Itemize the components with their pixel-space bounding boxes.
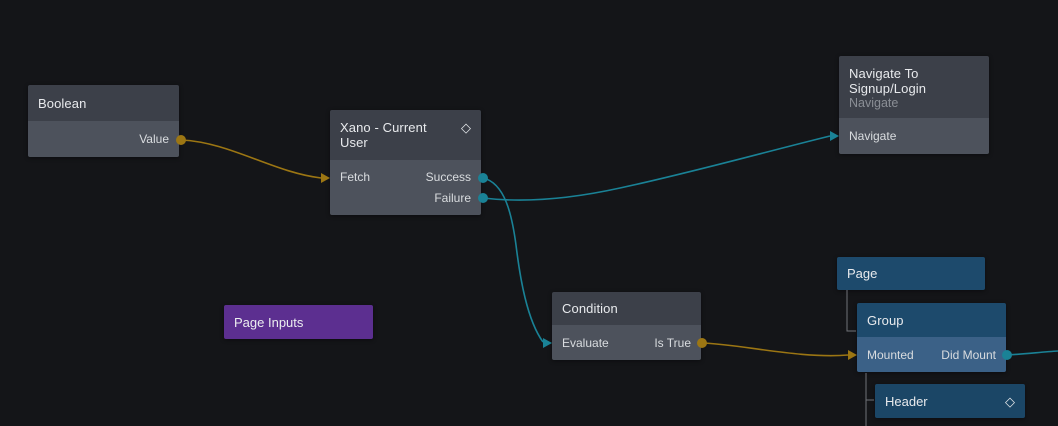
- node-title: Boolean: [38, 96, 169, 111]
- port-navigate-input[interactable]: Navigate: [849, 129, 896, 143]
- port-is-true-output[interactable]: Is True: [654, 336, 691, 350]
- node-navigate-body: Navigate: [839, 118, 989, 154]
- tree-connector-1: [866, 373, 874, 426]
- wire-4[interactable]: [1007, 351, 1058, 355]
- node-title: Group: [867, 313, 996, 328]
- wire-3[interactable]: [702, 343, 848, 356]
- node-header-element[interactable]: Header ◇: [875, 384, 1025, 418]
- node-condition-body: Evaluate Is True: [552, 325, 701, 360]
- node-condition[interactable]: Condition Evaluate Is True: [552, 292, 701, 360]
- node-xano-body: Fetch Success Failure: [330, 160, 481, 215]
- node-title: Page Inputs: [234, 315, 303, 330]
- diamond-icon: ◇: [461, 120, 471, 135]
- node-boolean-header: Boolean: [28, 85, 179, 121]
- port-success-output[interactable]: Success: [426, 170, 471, 184]
- node-subtitle: Navigate: [849, 96, 979, 111]
- wire-3-arrowhead: [848, 350, 857, 360]
- wire-1[interactable]: [483, 178, 543, 342]
- port-failure-output[interactable]: Failure: [434, 191, 471, 205]
- wire-2-arrowhead: [830, 131, 839, 141]
- node-page[interactable]: Page: [837, 257, 985, 290]
- node-page-inputs[interactable]: Page Inputs: [224, 305, 373, 339]
- diamond-icon: ◇: [1005, 394, 1015, 409]
- node-title: Header: [885, 394, 999, 409]
- node-condition-header: Condition: [552, 292, 701, 325]
- node-boolean[interactable]: Boolean Value: [28, 85, 179, 157]
- node-title: Condition: [562, 301, 691, 316]
- port-evaluate-input[interactable]: Evaluate: [562, 336, 609, 350]
- node-xano-header: Xano - Current User ◇: [330, 110, 481, 160]
- node-navigate-header: Navigate To Signup/Login Navigate: [839, 56, 989, 118]
- port-value-output[interactable]: Value: [139, 132, 169, 146]
- node-xano-current-user[interactable]: Xano - Current User ◇ Fetch Success Fail…: [330, 110, 481, 215]
- node-title: Page: [847, 266, 877, 281]
- node-group-body: Mounted Did Mount: [857, 337, 1006, 372]
- port-mounted-input[interactable]: Mounted: [867, 348, 914, 362]
- port-did-mount-output[interactable]: Did Mount: [941, 348, 996, 362]
- node-graph-canvas[interactable]: Boolean Value Xano - Current User ◇ Fetc…: [0, 0, 1058, 426]
- wire-0[interactable]: [181, 140, 321, 178]
- node-navigate-to-signup-login[interactable]: Navigate To Signup/Login Navigate Naviga…: [839, 56, 989, 154]
- wire-0-arrowhead: [321, 173, 330, 183]
- wire-1-arrowhead: [543, 338, 552, 348]
- port-fetch-input[interactable]: Fetch: [340, 170, 370, 184]
- node-title: Xano - Current User: [340, 120, 455, 150]
- node-boolean-body: Value: [28, 121, 179, 157]
- node-group[interactable]: Group Mounted Did Mount: [857, 303, 1006, 372]
- tree-connector-0: [847, 290, 856, 331]
- wire-2[interactable]: [483, 136, 830, 200]
- node-group-header: Group: [857, 303, 1006, 337]
- node-title: Navigate To Signup/Login: [849, 66, 979, 96]
